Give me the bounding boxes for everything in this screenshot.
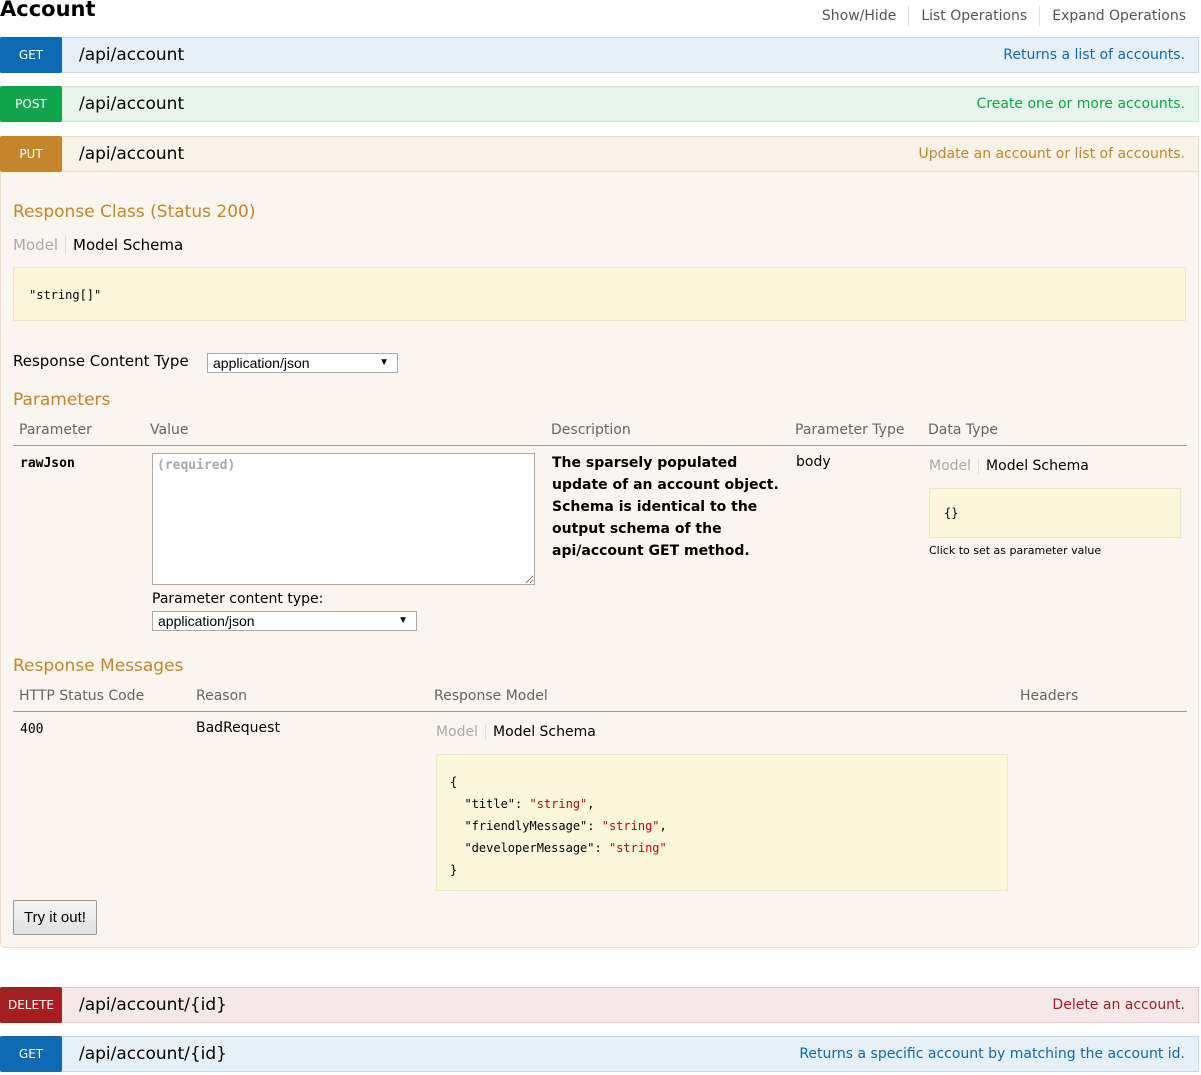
operation-path[interactable]: /api/account/{id} bbox=[79, 995, 1052, 1015]
dropdown-arrow-icon: ▼ bbox=[379, 357, 389, 368]
parameter-description: The sparsely populated update of an acco… bbox=[552, 455, 779, 559]
method-badge[interactable]: DELETE bbox=[0, 986, 62, 1023]
operation-path[interactable]: /api/account/{id} bbox=[79, 1044, 799, 1064]
schema-line: } bbox=[450, 863, 458, 877]
parameters-header-divider bbox=[13, 445, 1187, 446]
resource-title[interactable]: Account bbox=[0, 0, 96, 21]
schema-line: "friendlyMessage": "string", bbox=[450, 819, 667, 833]
show-hide-link[interactable]: Show/Hide bbox=[810, 6, 908, 26]
data-type-schema[interactable]: {} bbox=[929, 488, 1181, 538]
model-schema-tab[interactable]: Model Schema bbox=[979, 458, 1089, 474]
response-model-schema[interactable]: { "title": "string", "friendlyMessage": … bbox=[436, 754, 1008, 891]
schema-line: "title": "string", bbox=[450, 797, 595, 811]
parameter-name: rawJson bbox=[20, 456, 75, 471]
response-messages-heading: Response Messages bbox=[13, 656, 184, 676]
operation-put-account[interactable]: PUT /api/account Update an account or li… bbox=[0, 135, 1199, 172]
expand-operations-link[interactable]: Expand Operations bbox=[1039, 6, 1186, 26]
data-type-signature-tabs: Model Model Schema bbox=[929, 458, 1089, 474]
schema-line: { bbox=[450, 775, 458, 789]
model-tab[interactable]: Model bbox=[436, 724, 487, 740]
operation-post-account[interactable]: POST /api/account Create one or more acc… bbox=[0, 85, 1199, 122]
response-reason: BadRequest bbox=[196, 720, 280, 736]
resource-links: Show/Hide List Operations Expand Operati… bbox=[810, 6, 1186, 26]
model-schema-tab[interactable]: Model Schema bbox=[66, 236, 183, 254]
operation-summary[interactable]: Delete an account. bbox=[1052, 997, 1185, 1013]
column-header-parameter: Parameter bbox=[19, 422, 92, 438]
select-value: application/json bbox=[213, 355, 310, 371]
raw-json-textarea[interactable] bbox=[152, 453, 535, 585]
column-header-http-status-code: HTTP Status Code bbox=[19, 688, 145, 704]
model-schema-tab[interactable]: Model Schema bbox=[486, 724, 596, 740]
operation-content: Response Class (Status 200) Model Model … bbox=[0, 172, 1199, 948]
operation-summary[interactable]: Returns a list of accounts. bbox=[1003, 47, 1185, 63]
select-value: application/json bbox=[158, 613, 255, 629]
operation-path[interactable]: /api/account bbox=[79, 94, 977, 114]
parameter-content-type-label: Parameter content type: bbox=[152, 591, 324, 607]
operation-get-account[interactable]: GET /api/account Returns a list of accou… bbox=[0, 36, 1199, 73]
column-header-value: Value bbox=[150, 422, 189, 438]
model-tab[interactable]: Model bbox=[929, 458, 980, 474]
schema-text: "string[]" bbox=[29, 288, 102, 302]
resource-header: Account Show/Hide List Operations Expand… bbox=[0, 0, 1201, 32]
response-class-signature-tabs: Model Model Schema bbox=[13, 236, 183, 254]
response-messages-header-divider bbox=[13, 711, 1187, 712]
column-header-description: Description bbox=[551, 422, 631, 438]
list-operations-link[interactable]: List Operations bbox=[908, 6, 1039, 26]
parameter-content-type-select[interactable]: application/json ▼ bbox=[152, 611, 417, 631]
schema-text: {} bbox=[944, 506, 959, 520]
model-tab[interactable]: Model bbox=[13, 236, 67, 254]
operation-path[interactable]: /api/account bbox=[79, 144, 918, 164]
operation-summary[interactable]: Returns a specific account by matching t… bbox=[799, 1046, 1185, 1062]
response-class-schema[interactable]: "string[]" bbox=[13, 267, 1186, 321]
set-parameter-hint[interactable]: Click to set as parameter value bbox=[929, 544, 1101, 557]
method-badge[interactable]: GET bbox=[0, 36, 62, 73]
schema-line: "developerMessage": "string" bbox=[450, 841, 667, 855]
method-badge[interactable]: PUT bbox=[0, 135, 62, 172]
response-model-signature-tabs: Model Model Schema bbox=[436, 724, 596, 740]
method-badge[interactable]: GET bbox=[0, 1035, 62, 1072]
operation-delete-account-id[interactable]: DELETE /api/account/{id} Delete an accou… bbox=[0, 986, 1199, 1023]
response-content-type-select[interactable]: application/json ▼ bbox=[207, 353, 398, 373]
parameters-heading: Parameters bbox=[13, 390, 111, 410]
operation-summary[interactable]: Create one or more accounts. bbox=[977, 96, 1185, 112]
dropdown-arrow-icon: ▼ bbox=[398, 615, 408, 626]
status-code: 400 bbox=[20, 722, 44, 737]
try-it-out-button[interactable]: Try it out! bbox=[13, 900, 97, 935]
column-header-headers: Headers bbox=[1020, 688, 1079, 704]
response-content-type-label: Response Content Type bbox=[13, 352, 189, 370]
column-header-data-type: Data Type bbox=[928, 422, 999, 438]
column-header-reason: Reason bbox=[196, 688, 248, 704]
column-header-response-model: Response Model bbox=[434, 688, 548, 704]
column-header-parameter-type: Parameter Type bbox=[795, 422, 905, 438]
operation-summary[interactable]: Update an account or list of accounts. bbox=[918, 146, 1185, 162]
parameter-type: body bbox=[796, 454, 831, 470]
response-class-heading: Response Class (Status 200) bbox=[13, 202, 256, 222]
method-badge[interactable]: POST bbox=[0, 85, 62, 122]
operation-path[interactable]: /api/account bbox=[79, 45, 1003, 65]
operation-get-account-id[interactable]: GET /api/account/{id} Returns a specific… bbox=[0, 1035, 1199, 1072]
